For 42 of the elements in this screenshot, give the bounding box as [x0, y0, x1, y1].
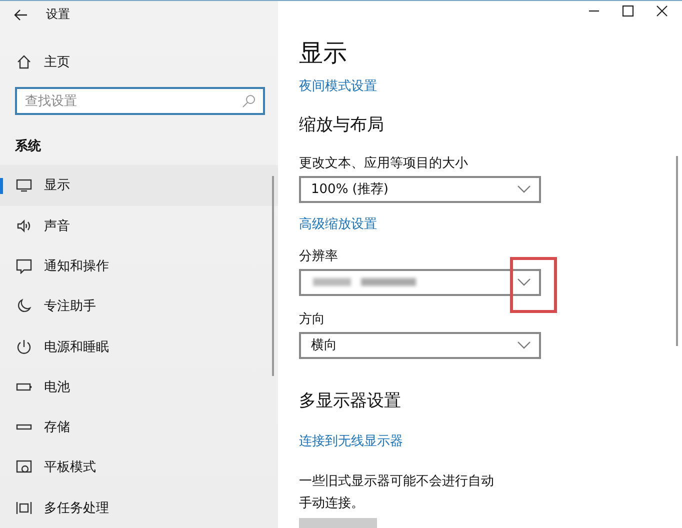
dropdown[interactable]: 100% (推荐) [299, 176, 541, 203]
multitask-icon [16, 500, 32, 516]
field-label: 更改文本、应用等项目的大小 [299, 156, 468, 171]
window-title: 设置 [46, 6, 70, 24]
sidebar-item[interactable]: 专注助手 [0, 286, 278, 326]
chevron-down-icon [517, 341, 531, 350]
close-icon[interactable] [656, 5, 668, 18]
power-icon [16, 338, 32, 355]
settings-link[interactable]: 夜间模式设置 [299, 78, 377, 94]
sidebar-item[interactable]: 通知和操作 [0, 246, 278, 286]
maximize-icon[interactable] [622, 5, 634, 18]
section-heading: 多显示器设置 [299, 390, 401, 411]
section-heading: 缩放与布局 [299, 114, 384, 135]
search-icon [242, 94, 256, 108]
sidebar-item[interactable]: 电源和睡眠 [0, 326, 278, 367]
monitor-icon [16, 177, 32, 194]
tablet-icon [16, 459, 32, 476]
home-icon [16, 54, 32, 70]
page-title: 显示 [299, 38, 347, 67]
search-field[interactable]: 查找设置 [15, 87, 265, 116]
sidebar-item[interactable]: 多任务处理 [0, 488, 278, 528]
section-heading: 系统 [15, 139, 41, 154]
home-link[interactable]: 主页 [44, 52, 70, 71]
field-label: 方向 [299, 312, 325, 327]
settings-link[interactable]: 高级缩放设置 [299, 216, 377, 232]
dropdown[interactable]: 横向 [299, 332, 541, 359]
chevron-down-icon [517, 278, 531, 286]
sidebar-item[interactable]: 存储 [0, 407, 278, 448]
sidebar-item[interactable]: 电池 [0, 366, 278, 408]
settings-link[interactable]: 连接到无线显示器 [299, 434, 403, 449]
field-label: 分辨率 [299, 248, 338, 264]
back-arrow-icon[interactable] [14, 8, 28, 21]
speaker-icon [16, 218, 32, 234]
sidebar-item[interactable]: 平板模式 [0, 447, 278, 488]
description-text: 手动连接。 [299, 494, 365, 512]
sidebar-item[interactable]: 声音 [0, 206, 278, 246]
message-icon [16, 258, 32, 274]
dropdown[interactable] [299, 268, 541, 296]
sidebar-item[interactable]: 显示 [0, 165, 278, 206]
moon-icon [16, 298, 32, 314]
chevron-down-icon [517, 185, 531, 194]
description-text: 一些旧式显示器可能不会进行自动 [299, 472, 495, 490]
